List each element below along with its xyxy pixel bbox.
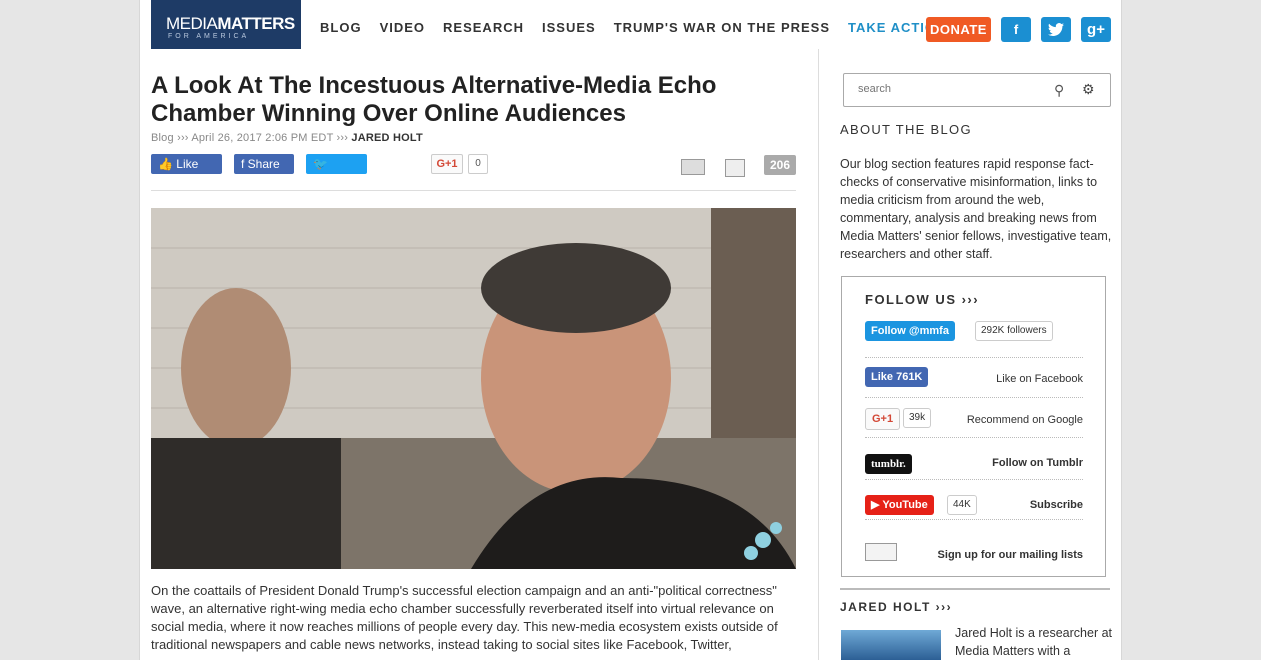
meta-author[interactable]: JARED HOLT — [351, 132, 422, 144]
nav-blog[interactable]: BLOG — [320, 20, 362, 35]
follow-row-youtube: ▶ YouTube 44K Subscribe — [865, 479, 1083, 520]
photo-illustration — [151, 208, 796, 569]
tumblr-button[interactable]: tumblr. — [865, 454, 912, 474]
facebook-like-button[interactable]: 👍 Like 103 — [151, 154, 222, 191]
tweet-button[interactable]: 🐦 Tweet — [306, 154, 367, 191]
page: MEDIAMATTERS FOR AMERICA BLOG VIDEO RESE… — [140, 0, 1121, 660]
google-plus-count: 39k — [903, 408, 932, 428]
follow-row-twitter: Follow @mmfa 292K followers — [865, 317, 1083, 358]
search-icon[interactable]: ⚲ — [1054, 82, 1064, 99]
fb-like-count: 761K — [896, 371, 923, 383]
logo-text-light: MEDIA — [166, 14, 218, 33]
twitter-icon[interactable] — [1041, 17, 1071, 42]
main-nav: BLOG VIDEO RESEARCH ISSUES TRUMP'S WAR O… — [320, 20, 964, 35]
author-photo[interactable] — [841, 630, 941, 660]
youtube-label: Subscribe — [1029, 499, 1083, 511]
youtube-button[interactable]: ▶ YouTube — [865, 495, 934, 515]
follow-row-tumblr: tumblr. Follow on Tumblr — [865, 437, 1083, 480]
column-divider — [818, 49, 819, 660]
donate-button[interactable]: DONATE — [926, 17, 991, 42]
nav-trumps-war-on-the-press[interactable]: TRUMP'S WAR ON THE PRESS — [614, 20, 830, 35]
google-plus-button[interactable]: G+1 — [431, 154, 463, 174]
divider — [840, 588, 1110, 590]
author-bio: Jared Holt is a researcher at Media Matt… — [955, 626, 1113, 658]
about-text: Our blog section features rapid response… — [840, 157, 1112, 261]
google-plus-icon[interactable]: g+ — [1081, 17, 1111, 42]
twitter-followers-count: 292K followers — [975, 321, 1053, 341]
mailing-list-link[interactable]: Sign up for our mailing lists — [938, 549, 1083, 561]
print-icon[interactable] — [725, 159, 745, 177]
nav-research[interactable]: RESEARCH — [443, 20, 524, 35]
mail-icon[interactable] — [865, 543, 897, 561]
article-body: On the coattails of President Donald Tru… — [151, 583, 778, 652]
logo-text-bold: MATTERS — [217, 14, 295, 33]
logo-subtitle: FOR AMERICA — [168, 33, 250, 40]
follow-row-google: G+1 39k Recommend on Google — [865, 397, 1083, 438]
google-plus-button[interactable]: G+1 — [865, 408, 901, 430]
article-meta: Blog ››› April 26, 2017 2:06 PM EDT ››› … — [151, 132, 423, 144]
gear-icon[interactable]: ⚙ — [1082, 81, 1095, 98]
follow-us-box: FOLLOW US ››› Follow @mmfa 292K follower… — [841, 276, 1106, 577]
about-heading: ABOUT THE BLOG — [840, 122, 972, 137]
meta-date: April 26, 2017 2:06 PM EDT — [191, 132, 334, 144]
nav-video[interactable]: VIDEO — [380, 20, 425, 35]
search-box: ⚲ ⚙ — [843, 73, 1111, 107]
google-plus-count: 0 — [468, 154, 488, 174]
article-title: A Look At The Incestuous Alternative-Med… — [151, 72, 717, 127]
tumblr-label: Follow on Tumblr — [992, 457, 1083, 469]
divider — [151, 190, 796, 191]
meta-section[interactable]: Blog — [151, 132, 174, 144]
article-video-still[interactable] — [151, 208, 796, 569]
twitter-follow-button[interactable]: Follow @mmfa — [865, 321, 955, 341]
facebook-like-button[interactable]: Like 761K — [865, 367, 929, 387]
youtube-count: 44K — [947, 495, 977, 515]
facebook-label: Like on Facebook — [996, 373, 1083, 385]
nav-issues[interactable]: ISSUES — [542, 20, 596, 35]
google-label: Recommend on Google — [966, 414, 1083, 426]
comment-count[interactable]: 206 — [764, 155, 796, 175]
facebook-icon[interactable]: f — [1001, 17, 1031, 42]
search-input[interactable] — [856, 82, 1040, 96]
like-count: 103 — [158, 177, 179, 191]
email-icon[interactable] — [681, 159, 705, 175]
facebook-share-button[interactable]: f Share — [234, 154, 294, 174]
follow-row-facebook: Like 761K Like on Facebook — [865, 357, 1083, 398]
follow-row-mailing: Sign up for our mailing lists — [865, 523, 1083, 563]
site-logo[interactable]: MEDIAMATTERS FOR AMERICA — [151, 0, 301, 49]
author-heading[interactable]: JARED HOLT ››› — [840, 600, 952, 614]
follow-heading: FOLLOW US ››› — [865, 292, 980, 307]
